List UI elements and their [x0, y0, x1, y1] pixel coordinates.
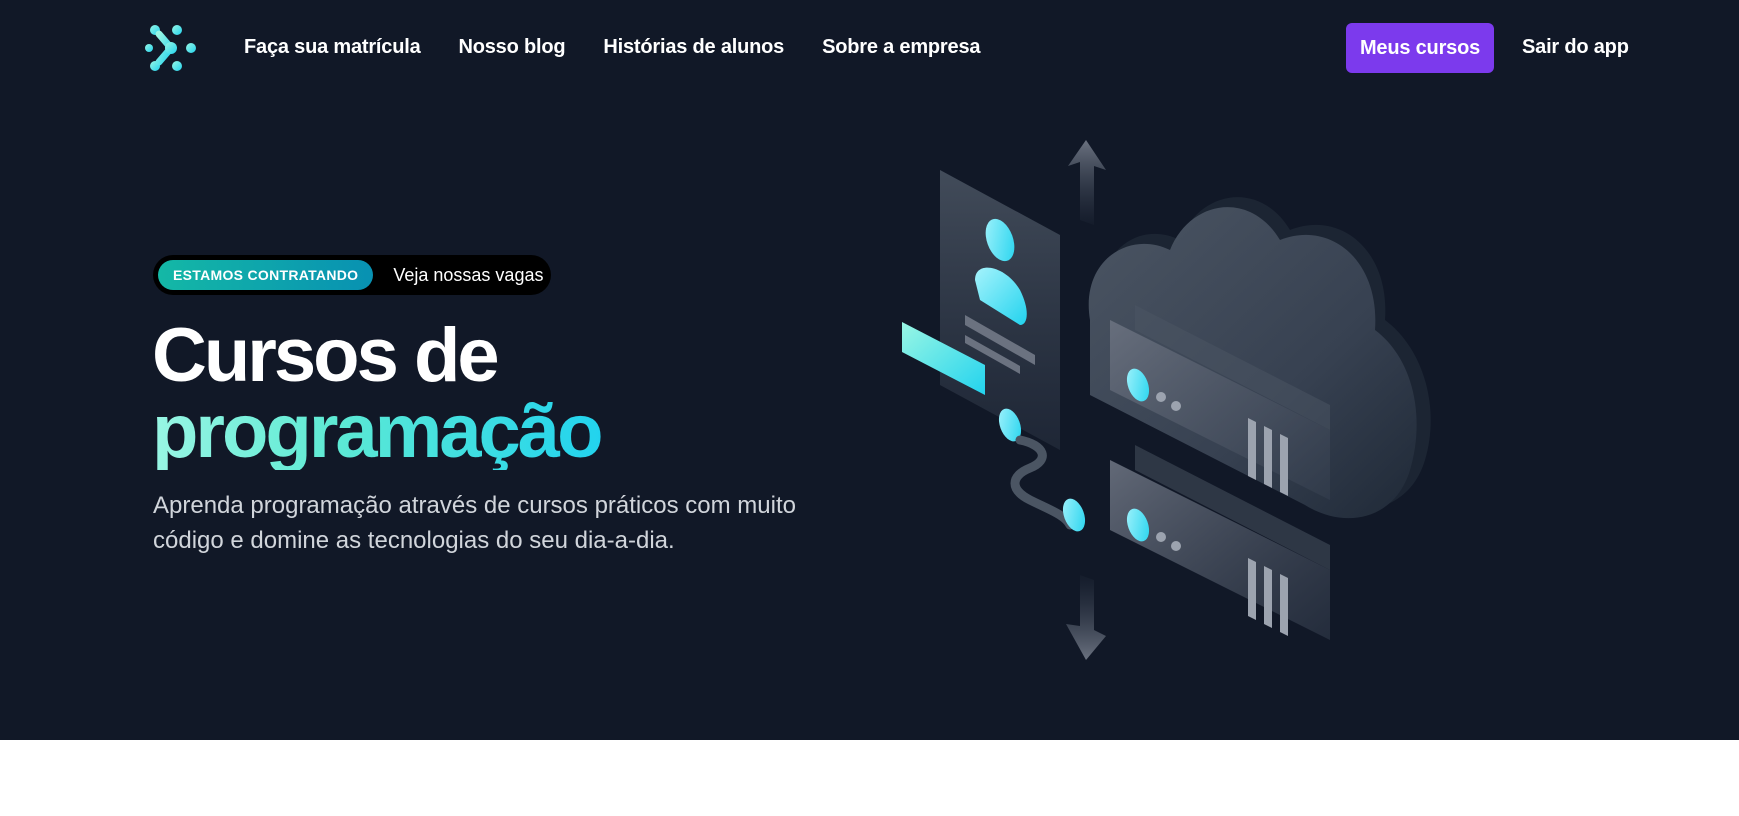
hiring-badge[interactable]: ESTAMOS CONTRATANDO Veja nossas vagas — [153, 255, 551, 295]
my-courses-button[interactable]: Meus cursos — [1346, 23, 1494, 73]
logout-link[interactable]: Sair do app — [1522, 33, 1629, 61]
hiring-badge-tag: ESTAMOS CONTRATANDO — [158, 260, 374, 290]
hiring-badge-text: Veja nossas vagas — [393, 264, 544, 285]
top-navigation: Faça sua matrícula Nosso blog Histórias … — [0, 0, 1739, 94]
hero-subtitle: Aprenda programação através de cursos pr… — [153, 492, 796, 554]
nav-link-about-company[interactable]: Sobre a empresa — [822, 33, 980, 61]
page-title: Cursos de programação — [152, 313, 603, 474]
nav-link-student-stories[interactable]: Histórias de alunos — [603, 33, 784, 61]
page-title-line2: programação — [152, 389, 603, 474]
hero-section: Faça sua matrícula Nosso blog Histórias … — [0, 0, 1739, 740]
nav-link-blog[interactable]: Nosso blog — [459, 33, 566, 61]
brand-logo-icon[interactable] — [145, 24, 197, 72]
nav-links: Faça sua matrícula Nosso blog Histórias … — [244, 33, 980, 61]
page-title-line1: Cursos de — [152, 313, 500, 398]
cloud-servers-illustration — [902, 140, 1431, 660]
nav-link-enroll[interactable]: Faça sua matrícula — [244, 33, 421, 61]
